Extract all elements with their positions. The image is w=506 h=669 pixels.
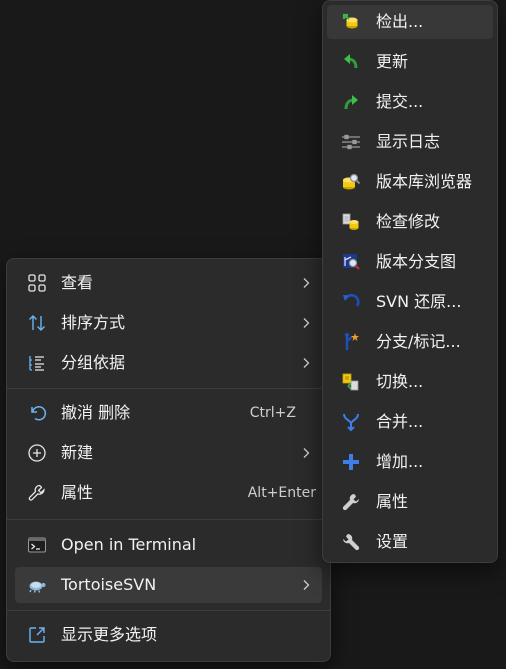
chevron-right-icon — [303, 278, 310, 288]
menu-separator — [7, 388, 330, 389]
shortcut-text: Ctrl+Z — [249, 405, 296, 421]
context-menu: 查看 排序方式 分组依据 撤消 删除 Ctrl+Z 新建 属性 Alt+Ente… — [6, 258, 331, 662]
menu-item-label: 撤消 删除 — [61, 403, 131, 422]
submenu-item-properties[interactable]: 属性 — [327, 485, 493, 519]
submenu-item-label: 切换... — [376, 372, 424, 391]
menu-item-label: 查看 — [61, 273, 94, 292]
submenu-item-label: 设置 — [376, 532, 409, 551]
revert-icon — [341, 292, 361, 312]
sort-icon — [27, 313, 47, 333]
menu-item-label: TortoiseSVN — [61, 575, 157, 594]
commit-icon — [341, 92, 361, 112]
menu-item-label: Open in Terminal — [61, 535, 197, 554]
menu-item-label: 新建 — [61, 443, 94, 462]
tortoise-icon — [27, 575, 47, 595]
branch-tag-icon — [341, 332, 361, 352]
undo-icon — [27, 403, 47, 423]
chevron-right-icon — [303, 358, 310, 368]
expand-icon — [27, 625, 47, 645]
submenu-item-check-modifications[interactable]: 检查修改 — [327, 205, 493, 239]
submenu-item-svn-revert[interactable]: SVN 还原... — [327, 285, 493, 319]
shortcut-text: Alt+Enter — [247, 485, 316, 501]
submenu-item-switch[interactable]: 切换... — [327, 365, 493, 399]
submenu-item-label: 提交... — [376, 92, 424, 111]
submenu-item-merge[interactable]: 合并... — [327, 405, 493, 439]
revision-graph-icon — [341, 252, 361, 272]
menu-item-open-in-terminal[interactable]: Open in Terminal — [15, 527, 322, 563]
submenu-item-checkout[interactable]: 检出... — [327, 5, 493, 39]
group-list-icon — [27, 353, 47, 373]
submenu-item-label: 属性 — [376, 492, 409, 511]
terminal-icon — [27, 535, 47, 555]
add-icon — [341, 452, 361, 472]
submenu-item-label: 更新 — [376, 52, 409, 71]
menu-item-new[interactable]: 新建 — [15, 435, 322, 471]
menu-item-view[interactable]: 查看 — [15, 265, 322, 301]
plus-circle-icon — [27, 443, 47, 463]
menu-separator — [7, 519, 330, 520]
submenu-item-label: 分支/标记... — [376, 332, 461, 351]
menu-item-label: 显示更多选项 — [61, 625, 158, 644]
submenu-item-branch-tag[interactable]: 分支/标记... — [327, 325, 493, 359]
chevron-right-icon — [303, 580, 310, 590]
switch-icon — [341, 372, 361, 392]
submenu-item-show-log[interactable]: 显示日志 — [327, 125, 493, 159]
menu-item-undo-delete[interactable]: 撤消 删除 Ctrl+Z — [15, 395, 322, 431]
menu-item-label: 属性 — [61, 483, 94, 502]
settings-wrench-icon — [341, 532, 361, 552]
properties-wrench-icon — [341, 492, 361, 512]
submenu-item-repo-browser[interactable]: 版本库浏览器 — [327, 165, 493, 199]
menu-separator — [7, 610, 330, 611]
menu-item-group-by[interactable]: 分组依据 — [15, 345, 322, 381]
submenu-item-settings[interactable]: 设置 — [327, 525, 493, 559]
tortoisesvn-submenu: 检出... 更新 提交... 显示日志 版本库浏览器 检查修改 版本分支图 SV… — [322, 0, 498, 563]
submenu-item-label: 版本库浏览器 — [376, 172, 473, 191]
wrench-icon — [27, 483, 47, 503]
menu-item-label: 排序方式 — [61, 313, 126, 332]
submenu-item-revision-graph[interactable]: 版本分支图 — [327, 245, 493, 279]
update-icon — [341, 52, 361, 72]
submenu-item-label: 检出... — [376, 12, 424, 31]
chevron-right-icon — [303, 448, 310, 458]
grid-icon — [27, 273, 47, 293]
submenu-item-add[interactable]: 增加... — [327, 445, 493, 479]
check-modifications-icon — [341, 212, 361, 232]
repo-browser-icon — [341, 172, 361, 192]
submenu-item-commit[interactable]: 提交... — [327, 85, 493, 119]
menu-item-properties[interactable]: 属性 Alt+Enter — [15, 475, 322, 511]
submenu-item-label: 版本分支图 — [376, 252, 457, 271]
log-icon — [341, 132, 361, 152]
submenu-item-label: 显示日志 — [376, 132, 441, 151]
submenu-item-label: 合并... — [376, 412, 424, 431]
menu-item-label: 分组依据 — [61, 353, 126, 372]
submenu-item-label: 增加... — [376, 452, 424, 471]
chevron-right-icon — [303, 318, 310, 328]
merge-icon — [341, 412, 361, 432]
checkout-icon — [341, 12, 361, 32]
menu-item-show-more-options[interactable]: 显示更多选项 — [15, 617, 322, 653]
submenu-item-label: SVN 还原... — [376, 292, 462, 311]
submenu-item-update[interactable]: 更新 — [327, 45, 493, 79]
submenu-item-label: 检查修改 — [376, 212, 441, 231]
menu-item-sort-by[interactable]: 排序方式 — [15, 305, 322, 341]
menu-item-tortoisesvn[interactable]: TortoiseSVN — [15, 567, 322, 603]
